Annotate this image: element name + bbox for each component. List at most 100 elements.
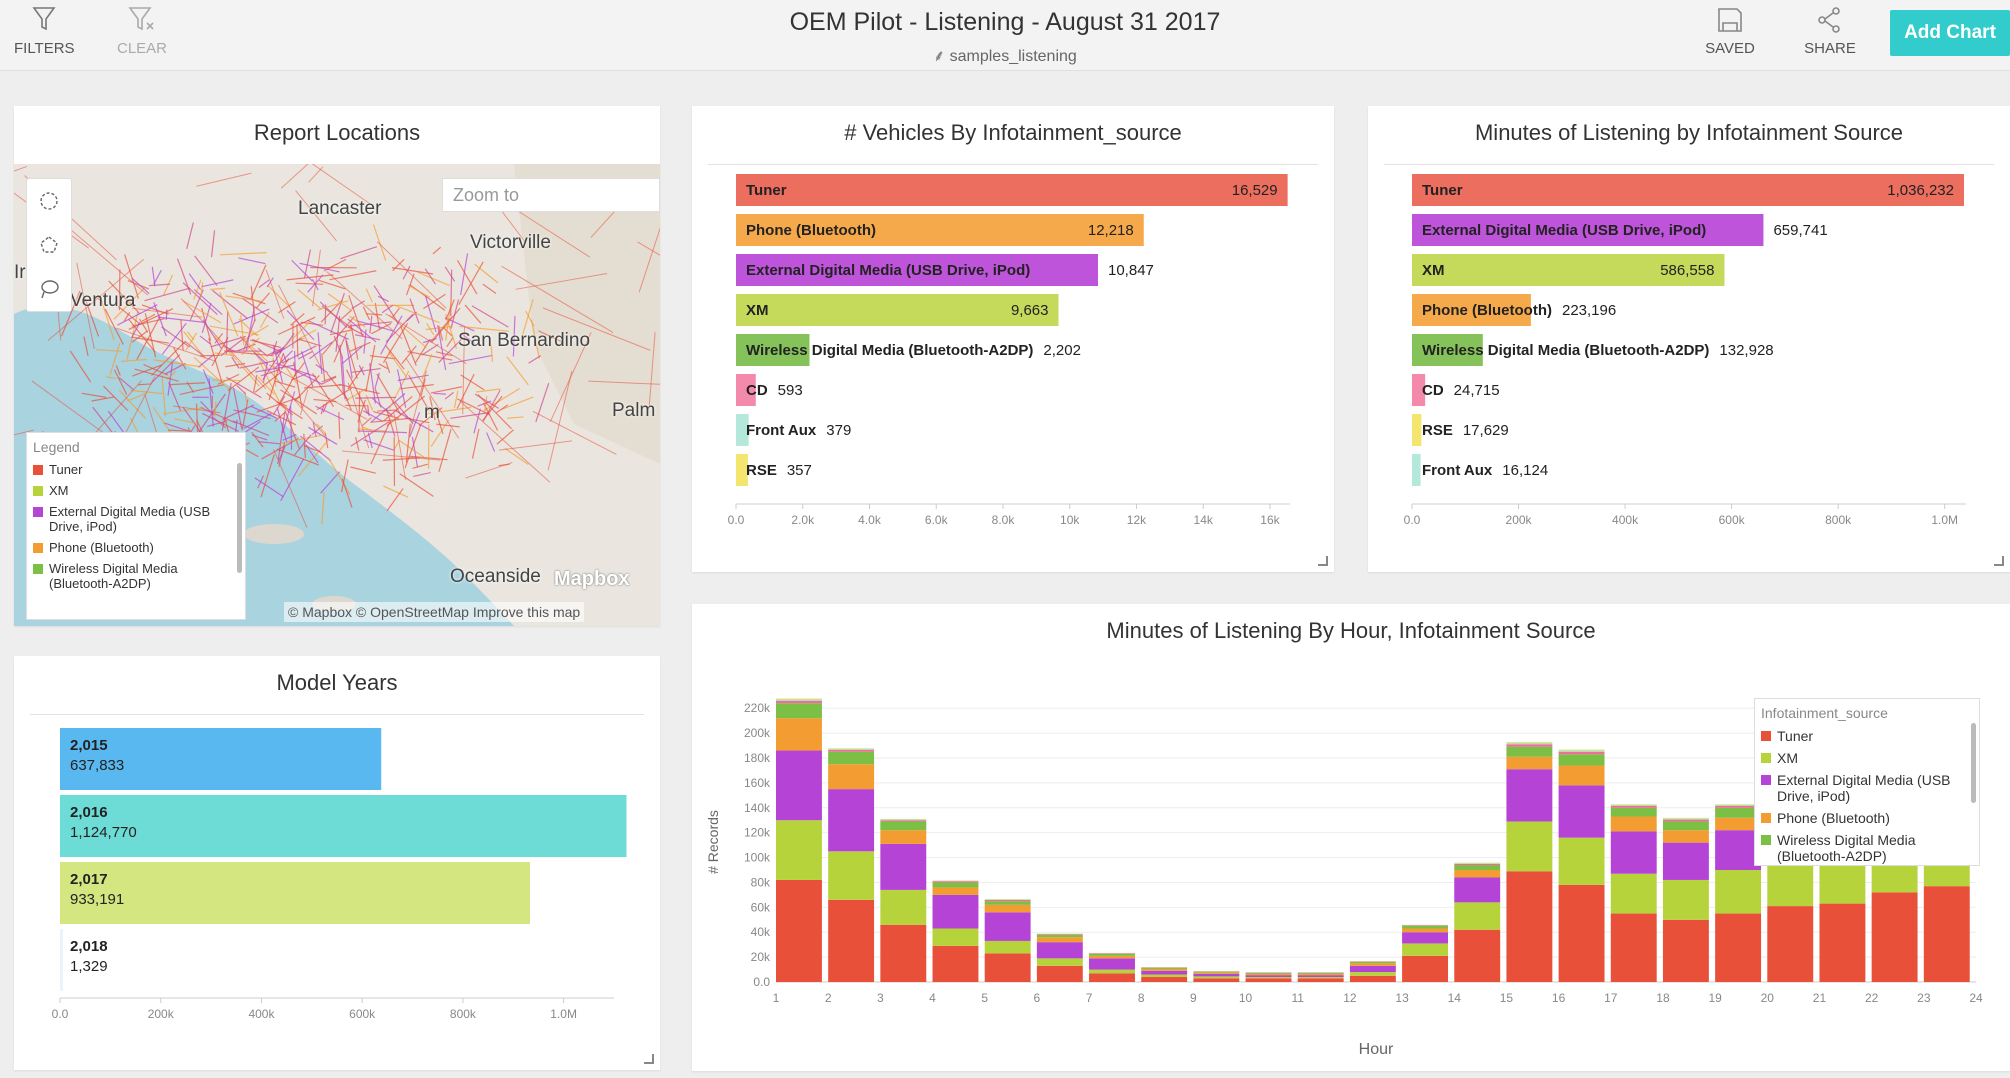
legend-scrollbar[interactable]	[237, 463, 242, 573]
stacked-bar-segment[interactable]	[776, 701, 822, 703]
stacked-bar-segment[interactable]	[880, 820, 926, 821]
bar[interactable]	[1412, 174, 1964, 206]
stacked-bar-segment[interactable]	[828, 764, 874, 789]
stacked-bar-segment[interactable]	[1454, 864, 1500, 865]
legend-item[interactable]: XM	[1755, 747, 1979, 769]
add-chart-button[interactable]: Add Chart	[1890, 10, 2010, 56]
stacked-bar-segment[interactable]	[1089, 953, 1135, 954]
stacked-bar-segment[interactable]	[1246, 977, 1292, 978]
stacked-bar-segment[interactable]	[1559, 785, 1605, 837]
stacked-bar-segment[interactable]	[1611, 804, 1657, 805]
stacked-bar-segment[interactable]	[1246, 975, 1292, 977]
stacked-bar-segment[interactable]	[1506, 747, 1552, 757]
stacked-bar-segment[interactable]	[1037, 935, 1083, 937]
stacked-bar-segment[interactable]	[1506, 743, 1552, 744]
bar[interactable]	[736, 174, 1288, 206]
bar[interactable]	[60, 929, 63, 991]
zoom-to-input[interactable]: Zoom to	[442, 178, 660, 212]
stacked-bar-segment[interactable]	[1089, 954, 1135, 956]
bar[interactable]	[60, 795, 626, 857]
vehicles-chart[interactable]: 0.02.0k4.0k6.0k8.0k10k12k14k16kTuner16,5…	[692, 156, 1334, 576]
stacked-bar-segment[interactable]	[776, 820, 822, 880]
stacked-bar-segment[interactable]	[1506, 871, 1552, 982]
stacked-bar-segment[interactable]	[828, 851, 874, 900]
stacked-bar-segment[interactable]	[1611, 806, 1657, 808]
stacked-bar-segment[interactable]	[828, 748, 874, 749]
stacked-bar-segment[interactable]	[828, 789, 874, 851]
share-button[interactable]: SHARE	[1800, 6, 1860, 57]
legend-item[interactable]: Wireless Digital Media (Bluetooth-A2DP)	[1755, 829, 1979, 866]
stacked-bar-segment[interactable]	[1506, 742, 1552, 743]
stacked-bar-segment[interactable]	[1193, 972, 1239, 973]
stacked-bar-segment[interactable]	[1767, 906, 1813, 982]
resize-handle[interactable]	[1994, 556, 2004, 566]
stacked-bar-segment[interactable]	[880, 819, 926, 820]
stacked-bar-segment[interactable]	[1141, 975, 1187, 977]
stacked-bar-segment[interactable]	[1350, 966, 1396, 972]
stacked-bar-segment[interactable]	[1506, 821, 1552, 871]
stacked-bar-segment[interactable]	[1454, 870, 1500, 877]
stacked-bar-segment[interactable]	[933, 881, 979, 882]
stacked-bar-segment[interactable]	[1193, 976, 1239, 978]
stacked-bar-segment[interactable]	[933, 887, 979, 894]
stacked-bar-segment[interactable]	[776, 699, 822, 700]
stacked-bar-segment[interactable]	[1246, 978, 1292, 982]
stacked-bar-segment[interactable]	[1715, 870, 1761, 914]
stacked-bar-segment[interactable]	[776, 880, 822, 982]
stacked-bar-segment[interactable]	[1611, 816, 1657, 831]
stacked-bar-segment[interactable]	[1037, 958, 1083, 965]
stacked-bar-segment[interactable]	[1559, 752, 1605, 754]
stacked-bar-segment[interactable]	[1611, 805, 1657, 806]
stacked-bar-segment[interactable]	[1767, 864, 1813, 906]
stacked-bar-segment[interactable]	[1559, 765, 1605, 785]
stacked-bar-segment[interactable]	[985, 953, 1031, 982]
stacked-bar-segment[interactable]	[776, 700, 822, 701]
stacked-bar-segment[interactable]	[1402, 926, 1448, 928]
stacked-bar-segment[interactable]	[880, 890, 926, 925]
resize-handle[interactable]	[644, 1054, 654, 1064]
stacked-bar-segment[interactable]	[1298, 973, 1344, 974]
bar[interactable]	[60, 862, 530, 924]
stacked-bar-segment[interactable]	[1663, 843, 1709, 880]
stacked-bar-segment[interactable]	[776, 751, 822, 821]
legend-item[interactable]: Phone (Bluetooth)	[1755, 807, 1979, 829]
stacked-bar-segment[interactable]	[1819, 860, 1865, 904]
stacked-bar-segment[interactable]	[1298, 977, 1344, 978]
stacked-bar-segment[interactable]	[1037, 937, 1083, 942]
stacked-bar-segment[interactable]	[1350, 976, 1396, 982]
stacked-bar-segment[interactable]	[1663, 820, 1709, 822]
saved-button[interactable]: SAVED	[1698, 6, 1762, 57]
stacked-bar-segment[interactable]	[933, 882, 979, 887]
stacked-bar-segment[interactable]	[1611, 808, 1657, 817]
stacked-bar-segment[interactable]	[933, 895, 979, 929]
stacked-bar-segment[interactable]	[1193, 973, 1239, 974]
stacked-bar-segment[interactable]	[985, 912, 1031, 941]
stacked-bar-segment[interactable]	[1454, 902, 1500, 929]
stacked-bar-segment[interactable]	[1246, 973, 1292, 974]
draw-lasso-tool[interactable]	[27, 267, 71, 311]
resize-handle[interactable]	[1318, 556, 1328, 566]
legend-item[interactable]: Tuner	[1755, 725, 1979, 747]
stacked-bar-segment[interactable]	[1454, 865, 1500, 870]
legend-item[interactable]: External Digital Media (USB Drive, iPod)	[1755, 769, 1979, 807]
map-attribution[interactable]: © Mapbox © OpenStreetMap Improve this ma…	[284, 602, 584, 622]
model-years-chart[interactable]: 0.0200k400k600k800k1.0M2,015637,8332,016…	[14, 708, 660, 1078]
stacked-bar-segment[interactable]	[1037, 966, 1083, 982]
legend-item[interactable]: Tuner	[27, 459, 245, 480]
legend-scrollbar[interactable]	[1971, 723, 1976, 803]
stacked-bar-segment[interactable]	[1559, 750, 1605, 751]
stacked-bar-segment[interactable]	[1663, 920, 1709, 982]
stacked-bar-segment[interactable]	[933, 946, 979, 982]
stacked-bar-segment[interactable]	[1611, 831, 1657, 873]
stacked-bar-segment[interactable]	[1402, 928, 1448, 932]
stacked-bar-segment[interactable]	[880, 844, 926, 890]
stacked-bar-segment[interactable]	[1663, 830, 1709, 842]
legend-item[interactable]: Phone (Bluetooth)	[27, 537, 245, 558]
stacked-bar-segment[interactable]	[1141, 968, 1187, 969]
stacked-bar-segment[interactable]	[880, 830, 926, 844]
stacked-bar-segment[interactable]	[1402, 925, 1448, 926]
legend-item[interactable]: Wireless Digital Media (Bluetooth-A2DP)	[27, 558, 245, 594]
stacked-bar-segment[interactable]	[1141, 971, 1187, 975]
stacked-bar-segment[interactable]	[1611, 874, 1657, 914]
draw-polygon-tool[interactable]	[27, 223, 71, 267]
